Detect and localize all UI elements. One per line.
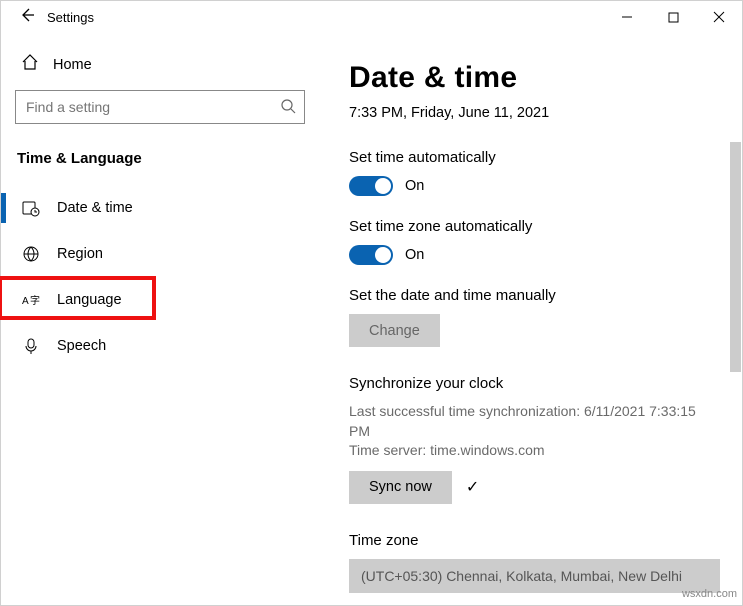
titlebar: Settings [1, 1, 742, 33]
set-time-auto-row: On [349, 176, 720, 196]
last-sync-text: Last successful time synchronization: 6/… [349, 402, 720, 441]
close-button[interactable] [696, 1, 742, 33]
sidebar-nav: Date & time Region A字 Language [1, 185, 319, 369]
arrow-left-icon [19, 7, 35, 23]
set-manual-label: Set the date and time manually [349, 287, 720, 304]
time-zone-value: (UTC+05:30) Chennai, Kolkata, Mumbai, Ne… [361, 568, 682, 584]
sidebar-item-label: Date & time [57, 200, 133, 216]
back-button[interactable] [13, 7, 41, 28]
sidebar-section-header: Time & Language [17, 150, 305, 167]
calendar-clock-icon [21, 199, 41, 217]
toggle-on-label: On [405, 247, 424, 263]
search-input[interactable] [24, 98, 280, 116]
watermark: wsxdn.com [682, 588, 737, 600]
set-tz-auto-row: On [349, 245, 720, 265]
set-time-auto-label: Set time automatically [349, 149, 720, 166]
scrollbar-thumb[interactable] [730, 142, 741, 372]
sidebar-item-label: Language [57, 292, 122, 308]
minimize-button[interactable] [604, 1, 650, 33]
maximize-button[interactable] [650, 1, 696, 33]
globe-icon [21, 245, 41, 263]
time-zone-header: Time zone [349, 532, 720, 549]
microphone-icon [21, 337, 41, 355]
sync-now-button[interactable]: Sync now [349, 471, 452, 504]
time-zone-select[interactable]: (UTC+05:30) Chennai, Kolkata, Mumbai, Ne… [349, 559, 720, 593]
sync-header: Synchronize your clock [349, 375, 720, 392]
close-icon [713, 11, 725, 23]
sidebar-item-label: Region [57, 246, 103, 262]
home-label: Home [53, 57, 92, 73]
sidebar-item-date-time[interactable]: Date & time [1, 185, 319, 231]
set-tz-auto-label: Set time zone automatically [349, 218, 720, 235]
time-server-text: Time server: time.windows.com [349, 441, 720, 461]
app-title: Settings [47, 10, 94, 25]
svg-text:字: 字 [30, 294, 40, 307]
home-icon [21, 53, 39, 76]
minimize-icon [621, 11, 633, 23]
toggle-on-label: On [405, 178, 424, 194]
search-box[interactable] [15, 90, 305, 124]
sidebar-item-label: Speech [57, 338, 106, 354]
page-title: Date & time [349, 61, 720, 95]
home-nav[interactable]: Home [15, 47, 305, 90]
sidebar: Home Time & Language Date & time [1, 33, 319, 605]
change-button[interactable]: Change [349, 314, 440, 347]
main-panel: Date & time 7:33 PM, Friday, June 11, 20… [319, 33, 742, 605]
svg-text:A: A [22, 296, 29, 307]
sidebar-item-language[interactable]: A字 Language [1, 277, 319, 323]
sidebar-item-speech[interactable]: Speech [1, 323, 319, 369]
window-controls [604, 1, 742, 33]
current-datetime: 7:33 PM, Friday, June 11, 2021 [349, 105, 720, 121]
language-icon: A字 [21, 291, 41, 309]
set-time-auto-toggle[interactable] [349, 176, 393, 196]
checkmark-icon: ✓ [466, 477, 479, 497]
maximize-icon [668, 12, 679, 23]
window-body: Home Time & Language Date & time [1, 33, 742, 605]
search-icon [280, 98, 296, 117]
sidebar-item-region[interactable]: Region [1, 231, 319, 277]
sync-row: Sync now ✓ [349, 471, 720, 504]
settings-window: Settings Home [0, 0, 743, 606]
vertical-scrollbar[interactable] [729, 32, 742, 592]
set-tz-auto-toggle[interactable] [349, 245, 393, 265]
